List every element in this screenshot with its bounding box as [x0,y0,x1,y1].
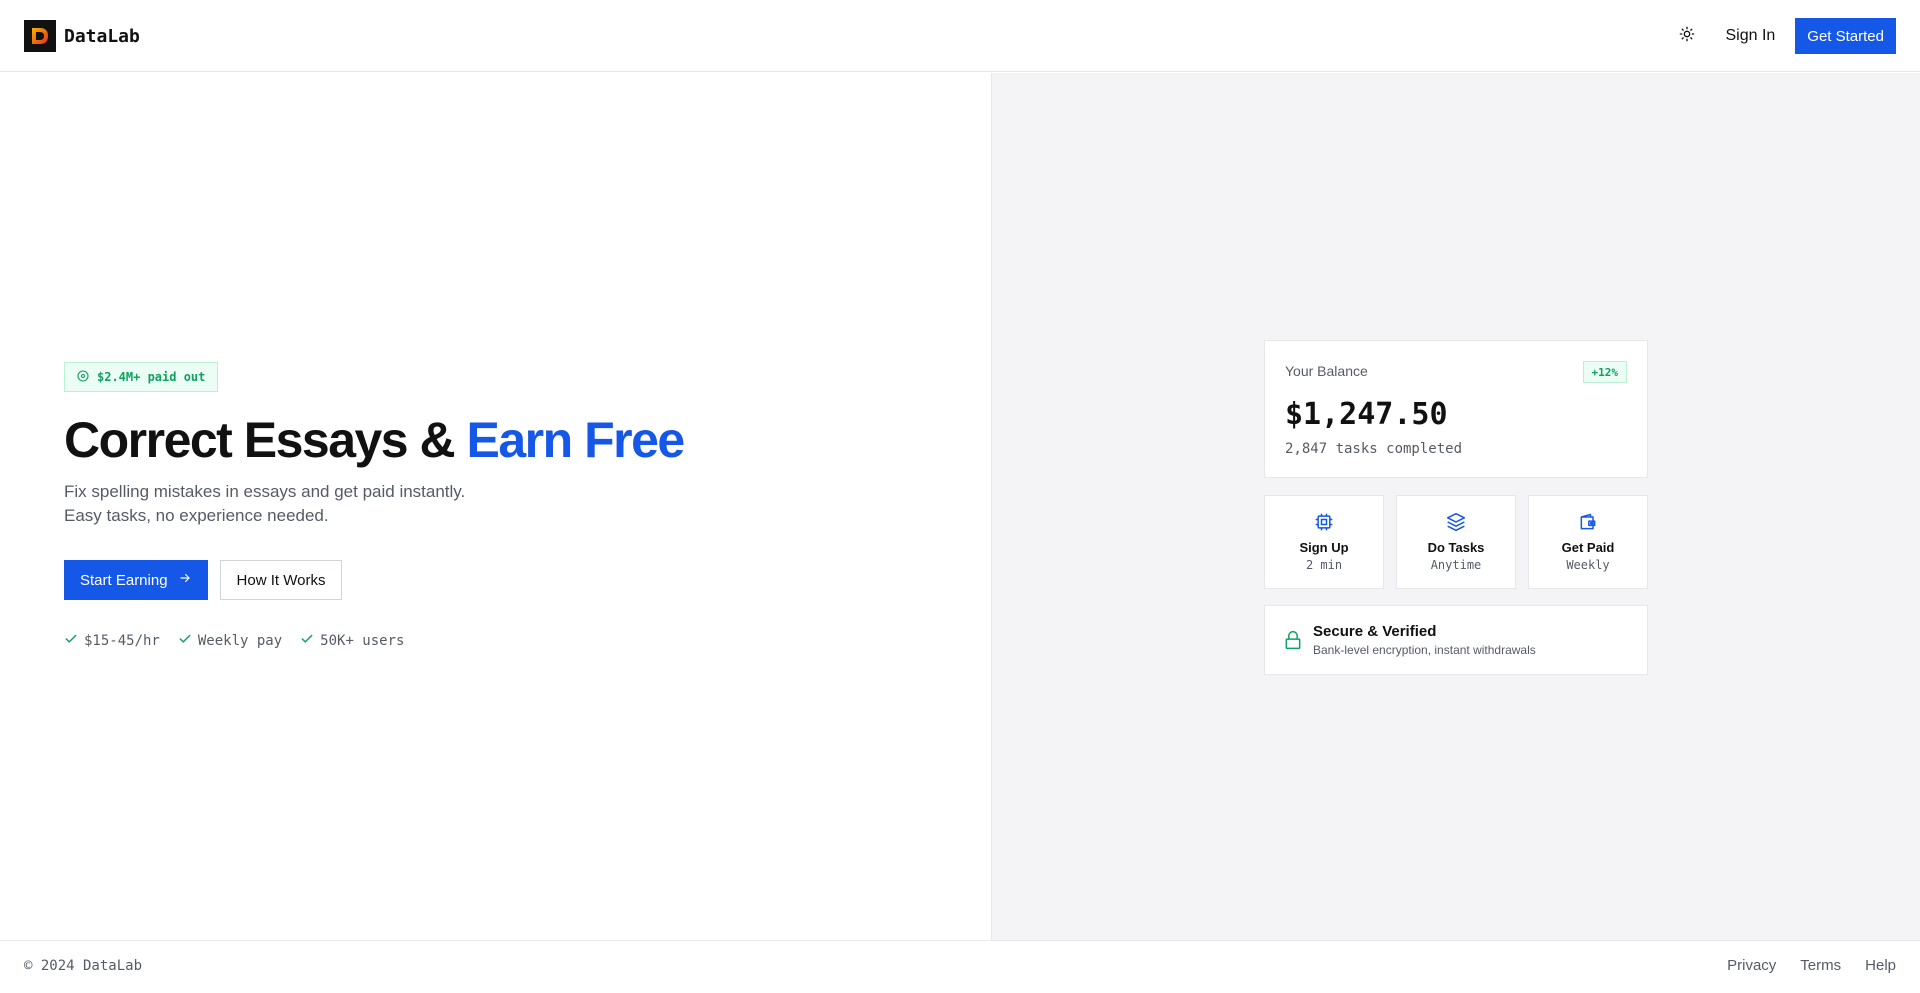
footer: © 2024 DataLab Privacy Terms Help [0,940,1920,993]
footer-link-help[interactable]: Help [1865,957,1896,974]
tasks-completed: 2,847 tasks completed [1285,441,1463,457]
hero-subtitle: Fix spelling mistakes in essays and get … [64,480,465,528]
brand-name: DataLab [64,25,140,47]
headline-accent: Earn Free [466,412,686,468]
check-icon [178,632,192,650]
secure-subtitle: Bank-level encryption, instant withdrawa… [1313,643,1536,657]
feature-item: $15-45/hr [64,632,160,650]
step-subtitle: Weekly [1566,558,1610,572]
check-icon [64,632,78,650]
feature-list: $15-45/hr Weekly pay 50K+ users [64,632,404,650]
page-title: Correct Essays & Earn Free [64,410,686,470]
feature-item: 50K+ users [300,632,404,650]
paid-out-badge: $2.4M+ paid out [64,362,219,392]
layers-icon [1397,512,1515,532]
arrow-right-icon [178,571,192,589]
balance-card: Your Balance +12% $1,247.50 2,847 tasks … [1264,340,1648,478]
step-subtitle: 2 min [1305,558,1343,572]
brand[interactable]: DataLab [24,20,140,52]
footer-links: Privacy Terms Help [1727,957,1896,974]
lock-icon [1283,630,1303,655]
sign-in-link[interactable]: Sign In [1725,27,1775,45]
step-title: Do Tasks [1427,540,1485,555]
balance-label: Your Balance [1285,363,1368,379]
subtitle-line-1: Fix spelling mistakes in essays and get … [64,482,466,501]
step-card-get-paid: Get Paid Weekly [1528,495,1648,589]
step-card-do-tasks: Do Tasks Anytime [1396,495,1516,589]
feature-text: $15-45/hr [84,633,160,649]
theme-toggle-button[interactable] [1669,18,1705,54]
subtitle-line-2: Easy tasks, no experience needed. [64,506,329,525]
feature-text: 50K+ users [320,633,405,649]
cta-row: Start Earning How It Works [64,560,343,600]
badge-text: $2.4M+ paid out [97,370,206,384]
dollar-circle-icon [77,369,89,385]
step-title: Sign Up [1299,540,1349,555]
footer-link-privacy[interactable]: Privacy [1727,957,1776,974]
top-navbar: DataLab Sign In Get Started [0,0,1920,72]
balance-change-badge: +12% [1582,361,1627,383]
footer-link-terms[interactable]: Terms [1800,957,1841,974]
secure-title: Secure & Verified [1313,623,1437,640]
datalab-logo [24,20,56,52]
wallet-icon [1529,512,1647,532]
step-title: Get Paid [1561,540,1615,555]
start-earning-label: Start Earning [80,571,168,589]
secure-card: Secure & Verified Bank-level encryption,… [1264,605,1648,675]
how-it-works-button[interactable]: How It Works [219,560,343,600]
cpu-icon [1265,512,1383,532]
feature-text: Weekly pay [197,633,283,649]
check-icon [300,632,314,650]
balance-amount: $1,247.50 [1285,397,1448,432]
headline-main: Correct Essays & [64,412,467,468]
feature-item: Weekly pay [178,632,282,650]
sun-icon [1679,26,1695,47]
step-subtitle: Anytime [1430,558,1482,572]
start-earning-button[interactable]: Start Earning [64,560,208,600]
get-started-button[interactable]: Get Started [1795,18,1896,54]
copyright: © 2024 DataLab [24,958,143,974]
step-card-sign-up: Sign Up 2 min [1264,495,1384,589]
